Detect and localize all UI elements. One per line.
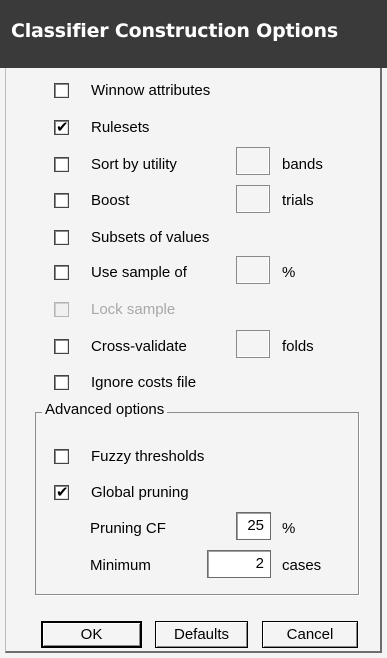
lock-sample-checkbox[interactable]	[54, 301, 69, 317]
lock-sample-option[interactable]: Lock sample	[54, 296, 175, 322]
pruning-cf-unit: %	[282, 520, 296, 537]
pruning-cf-label: Pruning CF	[90, 520, 166, 537]
sort-utility-option[interactable]: Sort by utility	[54, 151, 177, 177]
winnow-checkbox[interactable]	[54, 82, 69, 98]
fuzzy-option[interactable]: Fuzzy thresholds	[54, 443, 204, 469]
cross-validate-option[interactable]: Cross-validate	[54, 333, 187, 359]
boost-checkbox[interactable]	[54, 192, 69, 208]
cancel-button[interactable]: Cancel	[262, 621, 358, 648]
winnow-label: Winnow attributes	[91, 81, 211, 99]
classifier-options-dialog: Classifier Construction Options Winnow a…	[0, 0, 387, 658]
winnow-option[interactable]: Winnow attributes	[54, 77, 210, 103]
cross-validate-label: Cross-validate	[91, 337, 187, 355]
title-bar[interactable]: Classifier Construction Options	[0, 0, 387, 68]
rulesets-label: Rulesets	[91, 118, 150, 136]
boost-label: Boost	[91, 191, 130, 209]
sample-label: Use sample of	[91, 263, 187, 281]
sample-checkbox[interactable]	[54, 264, 69, 280]
fuzzy-checkbox[interactable]	[54, 448, 69, 464]
global-pruning-option[interactable]: ✔ Global pruning	[54, 479, 189, 505]
ignore-costs-checkbox[interactable]	[54, 374, 69, 390]
trials-field[interactable]	[236, 185, 270, 213]
global-pruning-checkbox[interactable]: ✔	[54, 482, 69, 501]
checkmark-icon: ✔	[56, 117, 69, 136]
boost-option[interactable]: Boost	[54, 187, 129, 213]
subsets-option[interactable]: Subsets of values	[54, 224, 209, 250]
sort-utility-label: Sort by utility	[91, 155, 177, 173]
rulesets-checkbox[interactable]: ✔	[54, 117, 69, 136]
checkmark-icon: ✔	[56, 482, 69, 501]
ignore-costs-label: Ignore costs file	[91, 373, 197, 391]
bands-field[interactable]	[236, 147, 270, 175]
minimum-cases-unit: cases	[282, 557, 322, 574]
folds-field[interactable]	[236, 330, 270, 358]
ignore-costs-option[interactable]: Ignore costs file	[54, 369, 196, 395]
trials-unit: trials	[282, 192, 314, 209]
lock-sample-label: Lock sample	[91, 300, 176, 318]
cross-validate-checkbox[interactable]	[54, 338, 69, 354]
bands-unit: bands	[282, 156, 323, 173]
global-pruning-label: Global pruning	[91, 483, 189, 501]
subsets-checkbox[interactable]	[54, 229, 69, 245]
sort-utility-checkbox[interactable]	[54, 156, 69, 172]
minimum-cases-field[interactable]: 2	[207, 550, 271, 578]
sample-option[interactable]: Use sample of	[54, 259, 187, 285]
sample-percent-unit: %	[282, 264, 296, 281]
rulesets-option[interactable]: ✔ Rulesets	[54, 114, 149, 140]
folds-unit: folds	[282, 338, 314, 355]
advanced-options-title: Advanced options	[42, 401, 168, 418]
pruning-cf-field[interactable]: 25	[236, 512, 271, 540]
window-title: Classifier Construction Options	[11, 20, 338, 42]
sample-percent-field[interactable]	[236, 256, 270, 284]
subsets-label: Subsets of values	[91, 228, 210, 246]
ok-button[interactable]: OK	[41, 621, 142, 648]
defaults-button[interactable]: Defaults	[155, 621, 248, 648]
fuzzy-label: Fuzzy thresholds	[91, 447, 205, 465]
minimum-label: Minimum	[90, 557, 151, 574]
